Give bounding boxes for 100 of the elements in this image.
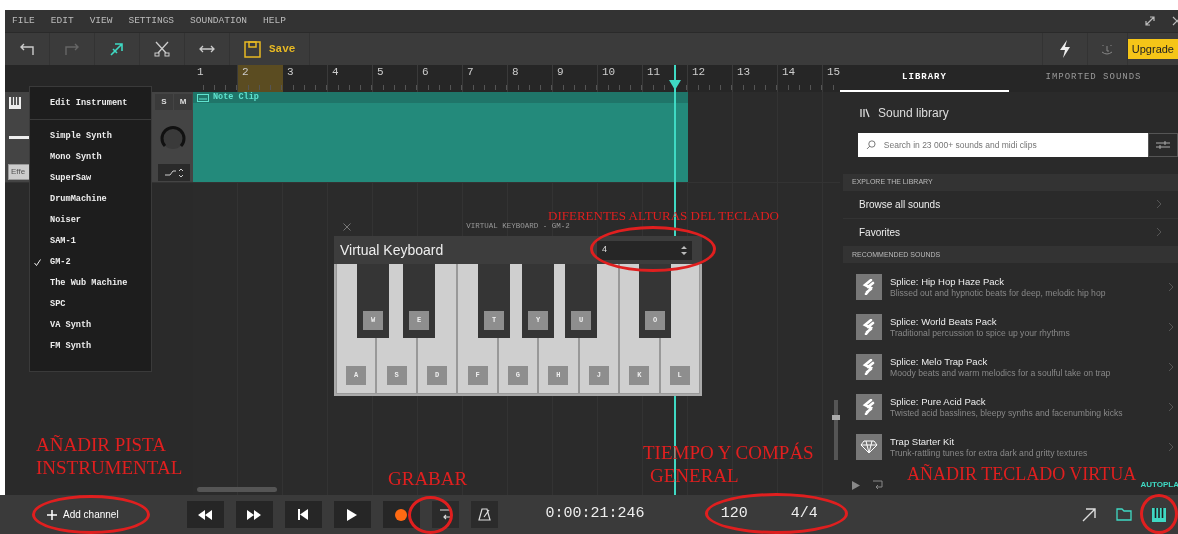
annotation-text: AÑADIR PISTA	[36, 435, 166, 454]
chevron-icon	[1156, 199, 1162, 209]
pack-title[interactable]: Splice: Melo Trap Pack	[890, 355, 1160, 368]
folder-icon[interactable]	[1116, 508, 1132, 521]
pack-description: Trunk-rattling tunes for extra dark and gritty textures	[890, 447, 1089, 459]
fast-forward-button[interactable]	[235, 501, 273, 528]
instrument-option[interactable]: DrumMachine	[30, 189, 151, 210]
splice-logo-icon	[862, 279, 876, 295]
plus-icon	[47, 509, 57, 520]
skip-back-button[interactable]	[284, 501, 322, 528]
horizontal-scrollbar[interactable]	[197, 487, 277, 492]
rewind-button[interactable]	[186, 501, 224, 528]
close-icon[interactable]	[343, 223, 351, 231]
search-box[interactable]: Search in 23 000+ sounds and midi clips	[858, 133, 1148, 157]
highlight-ellipse	[1140, 494, 1178, 534]
library-heading: Sound library	[878, 105, 949, 122]
library-link[interactable]: Browse all sounds	[859, 196, 941, 212]
library-icon	[860, 108, 870, 118]
play-icon	[347, 508, 358, 521]
fast-forward-icon	[247, 509, 262, 520]
pointer-icon	[108, 40, 126, 58]
record-button[interactable]	[382, 501, 420, 528]
chevron-icon	[1168, 402, 1174, 412]
playhead-marker-icon[interactable]	[669, 80, 681, 90]
loop-icon[interactable]	[872, 480, 883, 490]
search-icon	[866, 140, 876, 150]
diagonal-arrow-icon[interactable]	[1082, 507, 1096, 522]
lightning-icon	[1057, 40, 1072, 58]
autoplay-toggle[interactable]: AUTOPLA	[1140, 479, 1178, 491]
menu-title[interactable]: Edit Instrument	[30, 87, 151, 120]
menu-item[interactable]: SETTINGS	[128, 13, 175, 29]
scissors-icon	[153, 40, 171, 58]
chevron-icon	[1168, 282, 1174, 292]
instrument-option[interactable]: SuperSaw	[30, 168, 151, 189]
pack-title[interactable]: Splice: Pure Acid Pack	[890, 395, 1160, 408]
chevron-icon	[1156, 227, 1162, 237]
instrument-option[interactable]: The Wub Machine	[30, 273, 151, 294]
pack-title[interactable]: Splice: Hip Hop Haze Pack	[890, 275, 1160, 288]
search-field[interactable]: Search in 23 000+ sounds and midi clips	[883, 138, 1140, 152]
rewind-icon	[198, 509, 213, 520]
add-channel-button[interactable]: Add channel	[47, 507, 119, 522]
menu-item[interactable]: EDIT	[50, 13, 74, 29]
splice-logo-icon	[862, 319, 876, 335]
metronome-icon	[477, 508, 491, 521]
splice-logo-icon	[862, 359, 876, 375]
splice-logo-icon	[862, 399, 876, 415]
clip-header[interactable]: Note Clip	[193, 92, 688, 103]
pack-title[interactable]: Trap Starter Kit	[890, 435, 1160, 448]
record-icon	[395, 508, 408, 521]
effects-button[interactable]: Effe	[8, 164, 29, 180]
library-link[interactable]: Favorites	[859, 224, 901, 240]
library-tab[interactable]: LIBRARY	[840, 65, 1009, 92]
instrument-option[interactable]: Simple Synth	[30, 126, 151, 147]
time-display: 0:00:21:246	[545, 504, 645, 525]
mute-button[interactable]: M	[174, 94, 192, 110]
highlight-ellipse	[408, 496, 453, 534]
play-icon[interactable]	[852, 480, 860, 490]
instrument-option[interactable]: SPC	[30, 294, 151, 315]
diamond-icon	[860, 440, 878, 454]
instrument-option[interactable]: VA Synth	[30, 315, 151, 336]
pack-title[interactable]: Splice: World Beats Pack	[890, 315, 1160, 328]
face-icon	[1100, 42, 1115, 56]
piano-keys-icon[interactable]	[1152, 507, 1166, 522]
loop-button[interactable]	[431, 501, 459, 528]
pack-description: Moody beats and warm melodics for a soulful take on trap	[890, 367, 1112, 379]
annotation-text: AÑADIR TECLADO VIRTUA	[907, 465, 1137, 483]
annotation-text: INSTRUMENTAL	[36, 458, 183, 477]
instrument-option[interactable]: SAM-1	[30, 231, 151, 252]
time-signature-display[interactable]: 4/4	[790, 503, 818, 526]
octave-selector[interactable]: 4	[597, 240, 692, 260]
menu-item[interactable]: FILE	[12, 13, 35, 29]
instrument-option[interactable]: Noiser	[30, 210, 151, 231]
sliders-icon	[1156, 140, 1170, 150]
solo-button[interactable]: S	[155, 94, 173, 110]
piano-icon	[9, 97, 21, 109]
loop-icon	[438, 508, 452, 521]
expand-icon[interactable]	[1144, 15, 1156, 27]
note-clip[interactable]	[193, 103, 688, 182]
skip-back-icon	[298, 509, 309, 520]
clip-icon	[197, 93, 209, 102]
keyboard-title: Virtual Keyboard	[340, 240, 444, 260]
filter-button[interactable]	[1148, 133, 1178, 157]
library-tab[interactable]: IMPORTED SOUNDS	[1009, 65, 1178, 92]
metronome-button[interactable]	[470, 501, 498, 528]
instrument-option[interactable]: FM Synth	[30, 336, 151, 357]
upgrade-button[interactable]: Upgrade	[1127, 39, 1178, 59]
tempo-display[interactable]: 120	[720, 503, 748, 526]
chevron-icon	[1168, 362, 1174, 372]
waveform-icon	[164, 167, 184, 178]
menu-item[interactable]: VIEW	[89, 13, 113, 29]
menu-item[interactable]: HELP	[263, 13, 286, 29]
annotation-text: GRABAR	[388, 469, 468, 488]
instrument-option[interactable]: GM-2	[30, 252, 151, 273]
waveform-selector[interactable]	[158, 164, 190, 181]
ruler-number[interactable]: 2	[238, 65, 283, 92]
instrument-option[interactable]: Mono Synth	[30, 147, 151, 168]
menu-item[interactable]: SOUNDATION	[190, 13, 248, 29]
chevron-icon	[1168, 322, 1174, 332]
play-button[interactable]	[333, 501, 371, 528]
chevron-icon	[1168, 442, 1174, 452]
